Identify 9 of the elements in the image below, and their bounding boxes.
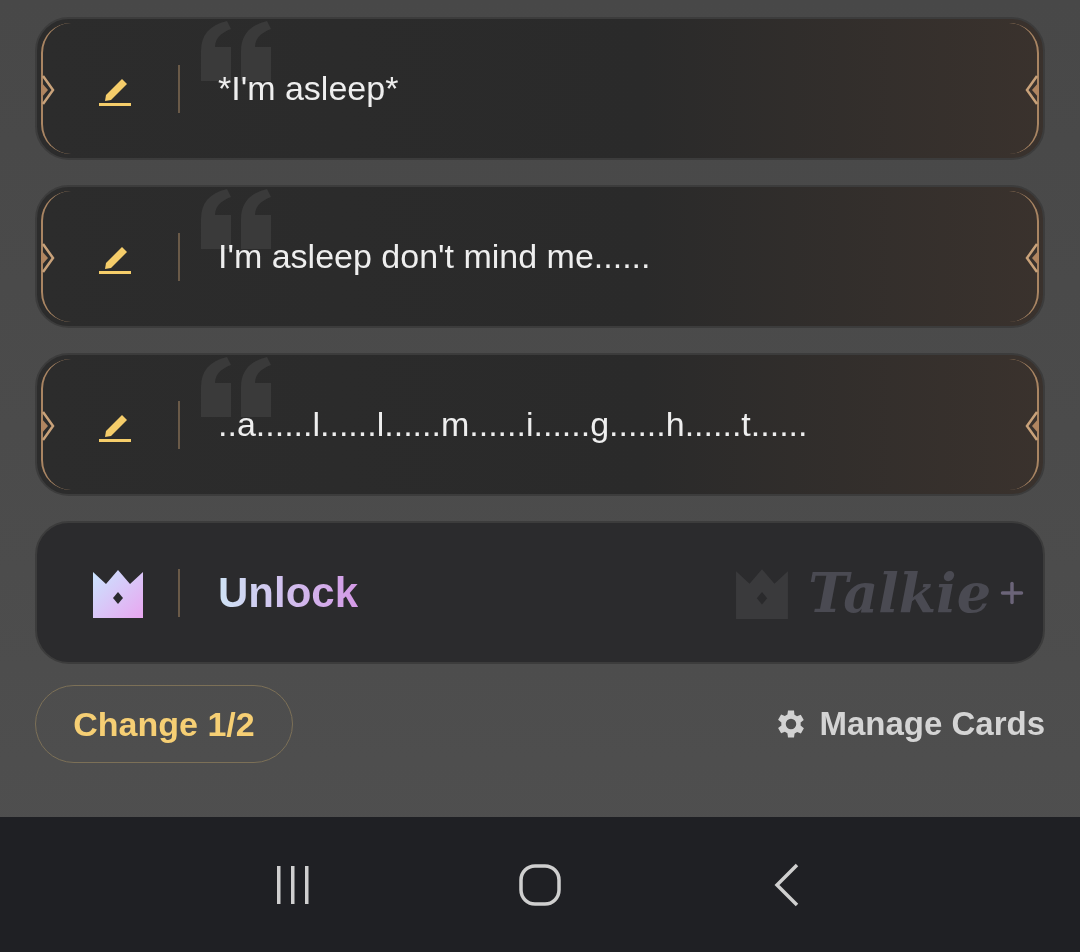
- home-icon[interactable]: [518, 862, 562, 907]
- reply-text: ..a......l......l......m......i......g......h......t......: [218, 405, 808, 444]
- reply-card[interactable]: I'm asleep don't mind me......: [35, 185, 1045, 328]
- reply-text: I'm asleep don't mind me......: [218, 237, 651, 276]
- reply-text: *I'm asleep*: [218, 69, 399, 108]
- plus-icon: [999, 579, 1025, 606]
- manage-cards-button[interactable]: Manage Cards: [773, 705, 1045, 743]
- reply-card[interactable]: ..a......l......l......m......i......g......h......t......: [35, 353, 1045, 496]
- reply-card[interactable]: *I'm asleep*: [35, 17, 1045, 160]
